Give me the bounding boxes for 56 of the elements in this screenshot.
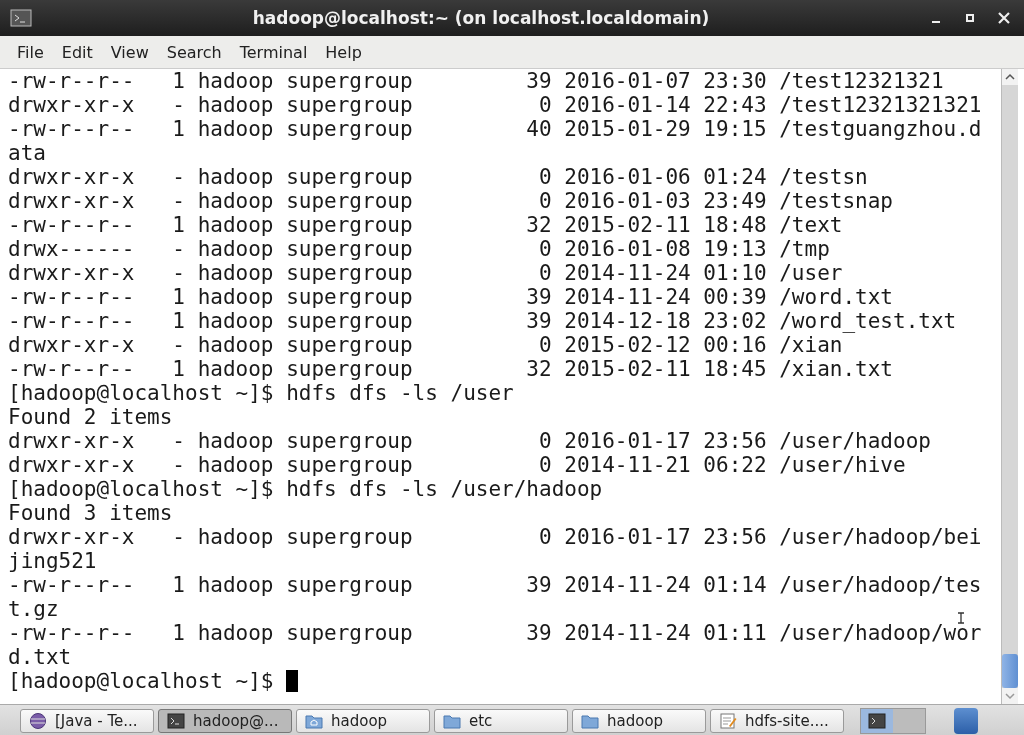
terminal-line: [hadoop@localhost ~]$ hdfs dfs -ls /user bbox=[8, 381, 514, 405]
text-cursor-icon bbox=[957, 612, 965, 624]
terminal-line: jing521 bbox=[8, 549, 97, 573]
terminal-line: -rw-r--r-- 1 hadoop supergroup 40 2015-01-29 19:15 /testguangzhou.d bbox=[8, 117, 982, 141]
taskbar-button[interactable]: hadoop bbox=[296, 709, 430, 733]
workspace-switcher[interactable] bbox=[860, 708, 926, 734]
terminal-line: drwx------ - hadoop supergroup 0 2016-01-08 19:13 /tmp bbox=[8, 237, 830, 261]
terminal-icon bbox=[167, 712, 185, 730]
terminal-line: -rw-r--r-- 1 hadoop supergroup 39 2016-01-07 23:30 /test12321321 bbox=[8, 69, 944, 93]
taskbar-button[interactable]: hdfs-site.... bbox=[710, 709, 844, 733]
scroll-down-icon[interactable] bbox=[1002, 688, 1018, 704]
terminal-line: drwxr-xr-x - hadoop supergroup 0 2016-01-03 23:49 /testsnap bbox=[8, 189, 893, 213]
menu-item[interactable]: File bbox=[8, 39, 53, 65]
terminal-line: -rw-r--r-- 1 hadoop supergroup 39 2014-12-18 23:02 /word_test.txt bbox=[8, 309, 957, 333]
sphere-icon bbox=[29, 712, 47, 730]
scroll-thumb[interactable] bbox=[1002, 654, 1018, 688]
terminal-line: ata bbox=[8, 141, 46, 165]
text-editor-icon bbox=[719, 712, 737, 730]
terminal-line: -rw-r--r-- 1 hadoop supergroup 39 2014-11-24 01:11 /user/hadoop/wor bbox=[8, 621, 982, 645]
terminal-line: Found 2 items bbox=[8, 405, 173, 429]
terminal-line: -rw-r--r-- 1 hadoop supergroup 32 2015-02-11 18:45 /xian.txt bbox=[8, 357, 893, 381]
close-icon[interactable] bbox=[998, 12, 1010, 24]
folder-icon bbox=[581, 712, 599, 730]
terminal-icon bbox=[868, 713, 886, 729]
terminal-line: -rw-r--r-- 1 hadoop supergroup 39 2014-11-24 01:14 /user/hadoop/tes bbox=[8, 573, 982, 597]
terminal-line: drwxr-xr-x - hadoop supergroup 0 2015-02-12 00:16 /xian bbox=[8, 333, 843, 357]
maximize-icon[interactable] bbox=[964, 12, 976, 24]
home-folder-icon bbox=[305, 712, 323, 730]
window-title: hadoop@localhost:~ (on localhost.localdomain) bbox=[251, 8, 711, 28]
terminal-line: [hadoop@localhost ~]$ hdfs dfs -ls /user/hadoop bbox=[8, 477, 603, 501]
terminal-line: drwxr-xr-x - hadoop supergroup 0 2016-01-17 23:56 /user/hadoop/bei bbox=[8, 525, 982, 549]
terminal-line: t.gz bbox=[8, 597, 59, 621]
text-cursor bbox=[286, 670, 299, 692]
terminal-line: Found 3 items bbox=[8, 501, 173, 525]
menu-item[interactable]: Help bbox=[316, 39, 371, 65]
terminal-icon bbox=[10, 9, 32, 27]
terminal-line: d.txt bbox=[8, 645, 72, 669]
scrollbar[interactable] bbox=[1001, 69, 1018, 704]
terminal-line: -rw-r--r-- 1 hadoop supergroup 32 2015-02-11 18:48 /text bbox=[8, 213, 843, 237]
terminal-line: drwxr-xr-x - hadoop supergroup 0 2016-01-06 01:24 /testsn bbox=[8, 165, 868, 189]
menu-item[interactable]: Search bbox=[157, 39, 231, 65]
terminal-line: drwxr-xr-x - hadoop supergroup 0 2014-11-21 06:22 /user/hive bbox=[8, 453, 906, 477]
terminal-line: drwxr-xr-x - hadoop supergroup 0 2014-11-24 01:10 /user bbox=[8, 261, 843, 285]
taskbar-button[interactable]: [Java - Te... bbox=[20, 709, 154, 733]
terminal-line: drwxr-xr-x - hadoop supergroup 0 2016-01-14 22:43 /test12321321321 bbox=[8, 93, 982, 117]
menu-item[interactable]: View bbox=[101, 39, 158, 65]
taskbar-button[interactable]: hadoop bbox=[572, 709, 706, 733]
terminal-line: drwxr-xr-x - hadoop supergroup 0 2016-01-17 23:56 /user/hadoop bbox=[8, 429, 931, 453]
taskbar-button[interactable]: etc bbox=[434, 709, 568, 733]
taskbar-button[interactable]: hadoop@... bbox=[158, 709, 292, 733]
folder-icon bbox=[443, 712, 461, 730]
menu-item[interactable]: Terminal bbox=[230, 39, 317, 65]
scroll-up-icon[interactable] bbox=[1002, 69, 1018, 85]
menu-item[interactable]: Edit bbox=[52, 39, 102, 65]
terminal-line: [hadoop@localhost ~]$ bbox=[8, 669, 275, 693]
terminal-line: -rw-r--r-- 1 hadoop supergroup 39 2014-11-24 00:39 /word.txt bbox=[8, 285, 893, 309]
